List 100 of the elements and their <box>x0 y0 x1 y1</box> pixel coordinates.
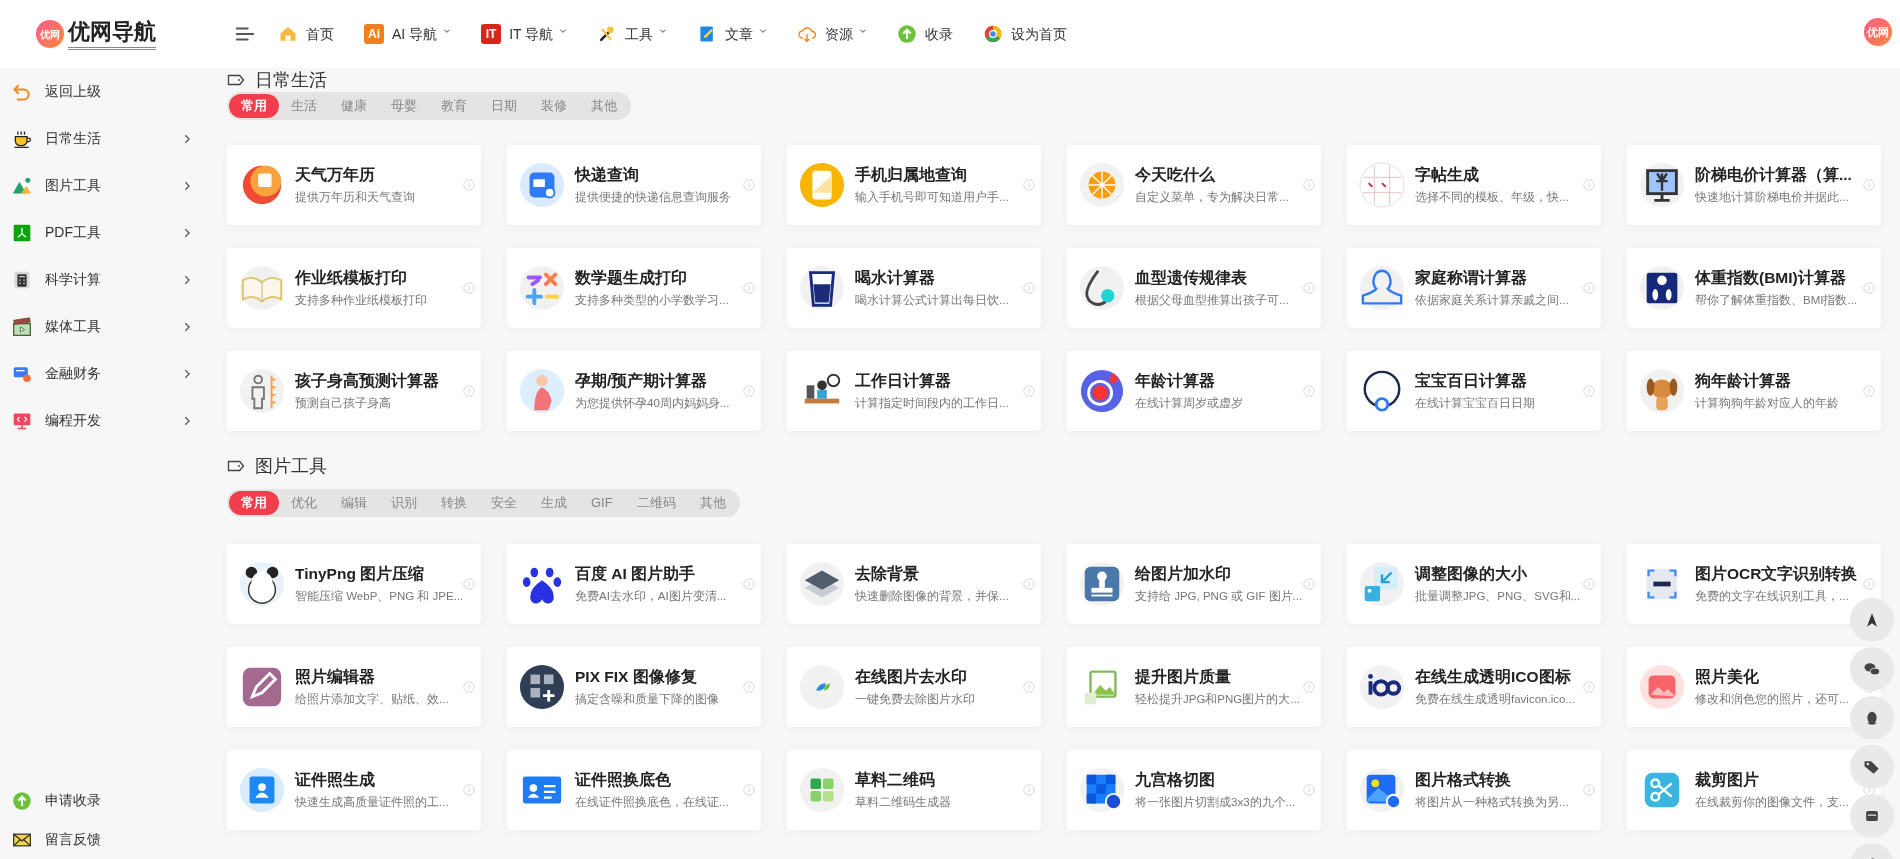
resize-icon <box>1359 561 1405 607</box>
card-description: 修改和润色您的照片，还可... <box>1695 692 1849 707</box>
nav-link[interactable]: 文章 <box>697 23 768 45</box>
circle-icon <box>983 24 1004 44</box>
tool-card[interactable]: 狗年龄计算器 计算狗狗年龄对应人的年龄 <box>1627 351 1881 431</box>
calculator-icon <box>12 269 32 290</box>
card-description: 帮你了解体重指数、BMI指数... <box>1695 293 1858 308</box>
card-title: 字帖生成 <box>1415 165 1479 185</box>
card-description: 给照片添加文字、贴纸、效... <box>295 692 449 707</box>
tool-card[interactable]: 数学题生成打印 支持多种类型的小学数学习... <box>507 248 761 328</box>
tool-card[interactable]: 快递查询 提供便捷的快递信息查询服务 <box>507 145 761 225</box>
card-title: 家庭称谓计算器 <box>1415 268 1527 288</box>
nav-label: 资源 <box>825 24 854 44</box>
tool-card[interactable]: 提升图片质量 轻松提升JPG和PNG图片的大... <box>1067 647 1321 727</box>
card-title: 九宫格切图 <box>1135 770 1215 790</box>
glass-icon <box>799 265 845 311</box>
float-button[interactable] <box>1850 647 1894 691</box>
tool-card[interactable]: 年龄计算器 在线计算周岁或虚岁 <box>1067 351 1321 431</box>
cloud-download-icon <box>797 24 818 44</box>
card-description: 支持给 JPG, PNG 或 GIF 图片... <box>1135 589 1303 604</box>
tool-card[interactable]: 证件照换底色 在线证件照换底色，在线证... <box>507 750 761 830</box>
scale-icon <box>1639 265 1685 311</box>
tool-card[interactable]: 孩子身高预测计算器 预测自己孩子身高 <box>227 351 481 431</box>
tool-card[interactable]: 孕期/预产期计算器 为您提供怀孕40周内妈妈身... <box>507 351 761 431</box>
tool-card[interactable]: 天气万年历 提供万年历和天气查询 <box>227 145 481 225</box>
nav-label: 文章 <box>725 24 754 44</box>
card-title: 今天吃什么 <box>1135 165 1215 185</box>
card-title: TinyPng 图片压缩 <box>295 564 425 584</box>
tool-card[interactable]: 家庭称谓计算器 依据家庭关系计算亲戚之间... <box>1347 248 1601 328</box>
float-button[interactable] <box>1850 696 1894 740</box>
nav-link[interactable]: 首页 <box>278 23 334 45</box>
tool-card[interactable]: PIX FIX 图像修复 搞定含噪和质量下降的图像 <box>507 647 761 727</box>
nav-link[interactable]: 设为首页 <box>983 23 1068 45</box>
sidebar-footer-link[interactable]: 申请收录 <box>0 781 220 820</box>
sidebar-item[interactable]: 编程开发 <box>0 397 220 444</box>
sidebar-footer-link[interactable]: 留言反馈 <box>0 820 220 859</box>
tool-card[interactable]: 今天吃什么 自定义菜单，专为解决日常... <box>1067 145 1321 225</box>
card-title: 工作日计算器 <box>855 371 951 391</box>
logo-title[interactable]: 优网导航 <box>68 18 156 45</box>
card-description: 免费的文字在线识别工具，... <box>1695 589 1849 604</box>
card-description: 输入手机号即可知道用户手... <box>855 190 1009 205</box>
card-description: 在线证件照换底色，在线证... <box>575 795 729 810</box>
tool-card[interactable]: 宝宝百日计算器 在线计算宝宝百日日期 <box>1347 351 1601 431</box>
layers-icon <box>799 561 845 607</box>
tool-card[interactable]: 草料二维码 草料二维码生成器 <box>787 750 1041 830</box>
card-description: 智能压缩 WebP、PNG 和 JPE... <box>295 589 464 604</box>
sidebar-item[interactable]: 金融财务 <box>0 350 220 397</box>
sidebar-item[interactable]: PDF工具 <box>0 209 220 256</box>
sidebar-item[interactable]: 日常生活 <box>0 115 220 162</box>
tool-card[interactable]: 阶梯电价计算器（算... 快速地计算阶梯电价并据此... <box>1627 145 1881 225</box>
tool-card[interactable]: 图片格式转换 将图片从一种格式转换为另... <box>1347 750 1601 830</box>
tool-card[interactable]: 证件照生成 快速生成高质量证件照的工... <box>227 750 481 830</box>
float-button[interactable] <box>1850 598 1894 642</box>
tool-card[interactable]: 工作日计算器 计算指定时间段内的工作日... <box>787 351 1041 431</box>
card-title: 草料二维码 <box>855 770 935 790</box>
tool-card[interactable]: 喝水计算器 喝水计算公式计算出每日饮... <box>787 248 1041 328</box>
tool-card[interactable]: 作业纸模板打印 支持多种作业纸模板打印 <box>227 248 481 328</box>
category-tab[interactable]: 常用 <box>229 491 279 515</box>
document-icon <box>12 222 32 243</box>
sidebar-item[interactable]: 图片工具 <box>0 162 220 209</box>
nav-link[interactable]: IT IT 导航 <box>481 23 568 45</box>
tool-card[interactable]: 照片美化 修改和润色您的照片，还可... <box>1627 647 1881 727</box>
tool-card[interactable]: 在线生成透明ICO图标 免费在线生成透明favicon.ico... <box>1347 647 1601 727</box>
tool-card[interactable]: 字帖生成 选择不同的模板、年级，快... <box>1347 145 1601 225</box>
card-title: 喝水计算器 <box>855 268 935 288</box>
tool-card[interactable]: 照片编辑器 给照片添加文字、贴纸、效... <box>227 647 481 727</box>
sidebar-item[interactable]: 媒体工具 <box>0 303 220 350</box>
nav-link[interactable]: 收录 <box>897 23 954 45</box>
sidebar-item[interactable]: 科学计算 <box>0 256 220 303</box>
card-title: 给图片加水印 <box>1135 564 1231 584</box>
tool-card[interactable]: 图片OCR文字识别转换 免费的文字在线识别工具，... <box>1627 544 1881 624</box>
card-title: 手机归属地查询 <box>855 165 967 185</box>
card-description: 快速删除图像的背景，并保... <box>855 589 1009 604</box>
float-button[interactable] <box>1850 794 1894 838</box>
tool-card[interactable]: 给图片加水印 支持给 JPG, PNG 或 GIF 图片... <box>1067 544 1321 624</box>
card-description: 为您提供怀孕40周内妈妈身... <box>575 396 730 411</box>
tool-card[interactable]: 体重指数(BMI)计算器 帮你了解体重指数、BMI指数... <box>1627 248 1881 328</box>
tool-card[interactable]: 裁剪图片 在线裁剪你的图像文件，支... <box>1627 750 1881 830</box>
nav-link[interactable]: 资源 <box>797 23 868 45</box>
card-title: 年龄计算器 <box>1135 371 1215 391</box>
float-button[interactable] <box>1850 745 1894 789</box>
category-tab[interactable]: 常用 <box>229 94 279 118</box>
card-description: 支持多种类型的小学数学习... <box>575 293 729 308</box>
tool-card[interactable]: 调整图像的大小 批量调整JPG、PNG、SVG和... <box>1347 544 1601 624</box>
nav-link[interactable]: Ai AI 导航 <box>364 23 452 45</box>
tool-card[interactable]: 百度 AI 图片助手 免费AI去水印，AI图片变清... <box>507 544 761 624</box>
card-title: 裁剪图片 <box>1695 770 1759 790</box>
monitor-icon <box>1639 162 1685 208</box>
card-description: 计算指定时间段内的工作日... <box>855 396 1009 411</box>
card-title: 照片编辑器 <box>295 667 375 687</box>
tool-card[interactable]: 在线图片去水印 一键免费去除图片水印 <box>787 647 1041 727</box>
figure-icon <box>519 368 565 414</box>
sidebar-item[interactable]: 返回上级 <box>0 68 220 115</box>
tool-card[interactable]: 血型遗传规律表 根据父母血型推算出孩子可... <box>1067 248 1321 328</box>
tool-card[interactable]: 去除背景 快速删除图像的背景，并保... <box>787 544 1041 624</box>
tool-card[interactable]: 手机归属地查询 输入手机号即可知道用户手... <box>787 145 1041 225</box>
tool-card[interactable]: 九宫格切图 将一张图片切割成3x3的九个... <box>1067 750 1321 830</box>
nav-link[interactable]: 工具 <box>597 23 668 45</box>
tool-card[interactable]: TinyPng 图片压缩 智能压缩 WebP、PNG 和 JPE... <box>227 544 481 624</box>
card-title: PIX FIX 图像修复 <box>575 667 697 687</box>
